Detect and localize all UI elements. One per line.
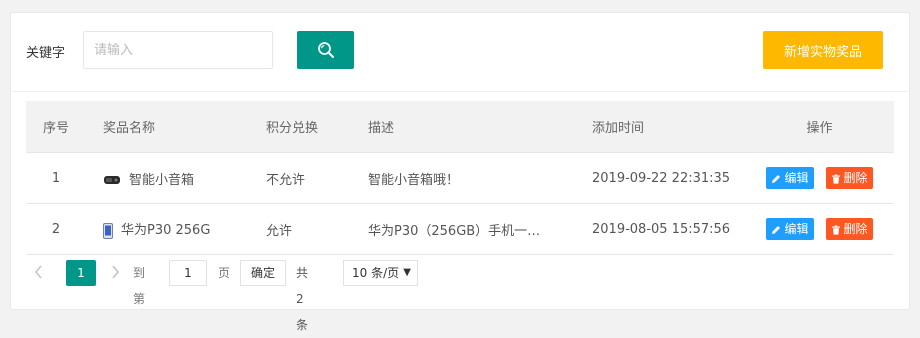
prev-page-button[interactable] bbox=[34, 264, 44, 283]
edit-label: 编辑 bbox=[784, 222, 809, 236]
row-name: 智能小音箱 bbox=[129, 172, 195, 188]
row-no: 2 bbox=[26, 203, 86, 255]
prize-panel: 关键字 新增实物奖品 序号 奖品名称 积分兑换 描述 添加时间 操作 1 bbox=[10, 12, 910, 332]
delete-button[interactable]: 删除 bbox=[825, 218, 873, 240]
row-time: 2019-08-05 15:57:56 bbox=[591, 203, 745, 255]
page-size-value: 10 条/页 bbox=[352, 266, 400, 280]
add-physical-prize-button[interactable]: 新增实物奖品 bbox=[763, 31, 883, 69]
header-no: 序号 bbox=[26, 101, 86, 153]
prize-table: 序号 奖品名称 积分兑换 描述 添加时间 操作 1 智能小音箱 不允许 智能小音… bbox=[26, 101, 894, 255]
goto-label: 到第 bbox=[133, 266, 146, 306]
table-header-row: 序号 奖品名称 积分兑换 描述 添加时间 操作 bbox=[26, 101, 894, 153]
row-name: 华为P30 256G bbox=[121, 223, 211, 239]
pencil-icon bbox=[772, 226, 781, 234]
edit-button[interactable]: 编辑 bbox=[766, 218, 814, 240]
header-name: 奖品名称 bbox=[86, 101, 265, 153]
page-size-select[interactable]: 10 条/页 ▼ bbox=[343, 260, 418, 286]
chevron-left-icon bbox=[35, 265, 42, 279]
table-row: 1 智能小音箱 不允许 智能小音箱哦！ 2019-09-22 22:31:35 … bbox=[26, 152, 894, 204]
search-button[interactable] bbox=[297, 31, 354, 69]
row-points: 不允许 bbox=[265, 152, 367, 204]
row-ops: 编辑 删除 bbox=[745, 152, 894, 204]
page-unit-label: 页 bbox=[218, 266, 231, 280]
page-1-button[interactable]: 1 bbox=[66, 260, 96, 286]
keyword-label: 关键字 bbox=[26, 46, 66, 61]
phone-icon bbox=[103, 222, 113, 239]
header-ops: 操作 bbox=[745, 101, 894, 153]
row-name-cell: 华为P30 256G bbox=[86, 203, 265, 255]
speaker-icon bbox=[104, 176, 120, 184]
goto-page-input[interactable] bbox=[169, 260, 207, 286]
trash-icon bbox=[831, 174, 840, 184]
header-time: 添加时间 bbox=[591, 101, 745, 153]
search-toolbar: 关键字 新增实物奖品 bbox=[11, 13, 909, 91]
delete-button[interactable]: 删除 bbox=[825, 167, 873, 189]
next-page-button[interactable] bbox=[110, 264, 120, 283]
row-ops: 编辑 删除 bbox=[745, 203, 894, 255]
delete-label: 删除 bbox=[843, 171, 868, 185]
header-desc: 描述 bbox=[367, 101, 591, 153]
edit-button[interactable]: 编辑 bbox=[766, 167, 814, 189]
row-no: 1 bbox=[26, 152, 86, 204]
table-row: 2 华为P30 256G 允许 华为P30（256GB）手机一… 2019-08… bbox=[26, 203, 894, 255]
delete-label: 删除 bbox=[843, 222, 868, 236]
row-name-cell: 智能小音箱 bbox=[86, 152, 265, 204]
chevron-right-icon bbox=[112, 265, 119, 279]
total-count: 共 2 条 bbox=[296, 266, 309, 332]
row-time: 2019-09-22 22:31:35 bbox=[591, 152, 745, 204]
row-desc: 华为P30（256GB）手机一… bbox=[367, 203, 591, 255]
row-desc: 智能小音箱哦！ bbox=[367, 152, 591, 204]
header-points: 积分兑换 bbox=[265, 101, 367, 153]
row-points: 允许 bbox=[265, 203, 367, 255]
caret-down-icon: ▼ bbox=[403, 267, 411, 278]
goto-confirm-button[interactable]: 确定 bbox=[240, 260, 286, 286]
keyword-input[interactable] bbox=[83, 31, 273, 69]
toolbar-divider bbox=[11, 91, 909, 92]
pencil-icon bbox=[772, 175, 781, 183]
search-icon bbox=[317, 42, 334, 58]
trash-icon bbox=[831, 225, 840, 235]
edit-label: 编辑 bbox=[784, 171, 809, 185]
